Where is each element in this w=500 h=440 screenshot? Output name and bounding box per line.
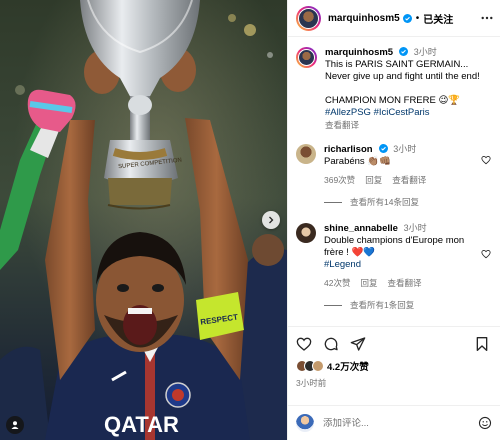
commenter-avatar[interactable] (296, 144, 316, 164)
instagram-post-view: RESPECT SUPER COMPETITION QATAR marquinh… (0, 0, 500, 440)
view-replies-label: 查看所有14条回复 (350, 197, 419, 207)
heart-icon[interactable] (481, 155, 491, 165)
heart-icon[interactable] (481, 249, 491, 259)
comment-reply-button[interactable]: 回复 (360, 277, 377, 289)
caption-line-1: This is PARIS SAINT GERMAIN... (325, 59, 469, 70)
comment-time[interactable]: 3小时 (404, 223, 427, 233)
verified-icon (399, 47, 409, 56)
caption-time[interactable]: 3小时 (414, 47, 437, 57)
replies-divider (324, 304, 342, 306)
comment-time[interactable]: 3小时 (393, 144, 416, 154)
commenter-username[interactable]: richarlison (324, 144, 373, 155)
view-replies-button[interactable]: 查看所有1条回复 (324, 299, 492, 311)
caption-username[interactable]: marquinhosm5 (325, 47, 393, 58)
comment-translate-button[interactable]: 查看翻译 (387, 277, 421, 289)
post-side-panel: marquinhosm5 • 已关注 marquinhosm5 3小时 This… (287, 0, 500, 440)
dot-separator: • (415, 12, 420, 24)
comment-item: richarlison 3小时 Parabéns 👏🏽👊🏽 369次赞 回复 查… (296, 143, 492, 186)
following-button[interactable]: 已关注 (423, 11, 453, 26)
comments-list[interactable]: marquinhosm5 3小时 This is PARIS SAINT GER… (288, 38, 500, 323)
current-user-avatar (296, 414, 314, 432)
post-actions: 4.2万次赞 3小时前 (288, 326, 500, 389)
hashtag-icicestparis[interactable]: #IciCestParis (374, 107, 430, 118)
comment-reply-button[interactable]: 回复 (365, 174, 382, 186)
liker-avatar (312, 360, 324, 372)
author-avatar[interactable] (296, 5, 321, 31)
heart-icon[interactable] (296, 336, 312, 352)
save-icon[interactable] (474, 336, 490, 352)
comment-icon[interactable] (323, 336, 339, 352)
author-username[interactable]: marquinhosm5 (328, 13, 400, 24)
more-options-button[interactable] (480, 11, 494, 25)
post-photo[interactable]: RESPECT SUPER COMPETITION QATAR (0, 0, 287, 440)
post-timestamp[interactable]: 3小时前 (296, 377, 492, 389)
comment-likes-count[interactable]: 42次赞 (324, 277, 350, 289)
commenter-username[interactable]: shine_annabelle (324, 223, 398, 234)
user-tag-icon (11, 421, 19, 429)
view-replies-button[interactable]: 查看所有14条回复 (324, 196, 492, 208)
view-replies-label: 查看所有1条回复 (350, 300, 415, 310)
caption-line-2: Never give up and fight until the end! (325, 71, 480, 82)
caption-see-translation[interactable]: 查看翻译 (325, 119, 492, 131)
replies-divider (324, 201, 342, 203)
caption-author-avatar[interactable] (296, 47, 317, 68)
comment-translate-button[interactable]: 查看翻译 (392, 174, 426, 186)
hashtag-allezpsg[interactable]: #AllezPSG (325, 107, 371, 118)
likes-count[interactable]: 4.2万次赞 (327, 359, 369, 373)
comment-item: shine_annabelle 3小时 Double champions d'E… (296, 222, 492, 289)
photo-illustration: RESPECT SUPER COMPETITION QATAR (0, 0, 287, 440)
comment-input[interactable] (323, 417, 478, 429)
more-icon (481, 16, 493, 20)
comment-text: Double champions d'Europe mon frère ! ❤️… (324, 235, 465, 258)
caption: marquinhosm5 3小时 This is PARIS SAINT GER… (296, 46, 492, 131)
next-photo-button[interactable] (262, 211, 280, 229)
next-arrow-icon (269, 216, 274, 224)
jersey-sponsor-text: QATAR (104, 412, 179, 437)
add-comment-bar (288, 405, 500, 440)
likes-summary[interactable]: 4.2万次赞 (296, 359, 492, 373)
post-header: marquinhosm5 • 已关注 (288, 0, 500, 37)
share-icon[interactable] (350, 336, 366, 352)
emoji-icon[interactable] (478, 416, 492, 430)
tagged-users-button[interactable] (6, 416, 24, 434)
comment-text: Parabéns 👏🏽👊🏽 (324, 156, 391, 167)
verified-icon (402, 13, 412, 23)
caption-line-3: CHAMPION MON FRERE 😉🏆 (325, 95, 461, 106)
verified-icon (378, 144, 388, 153)
commenter-avatar[interactable] (296, 223, 316, 243)
comment-likes-count[interactable]: 369次赞 (324, 174, 355, 186)
hashtag-legend[interactable]: #Legend (324, 259, 492, 271)
